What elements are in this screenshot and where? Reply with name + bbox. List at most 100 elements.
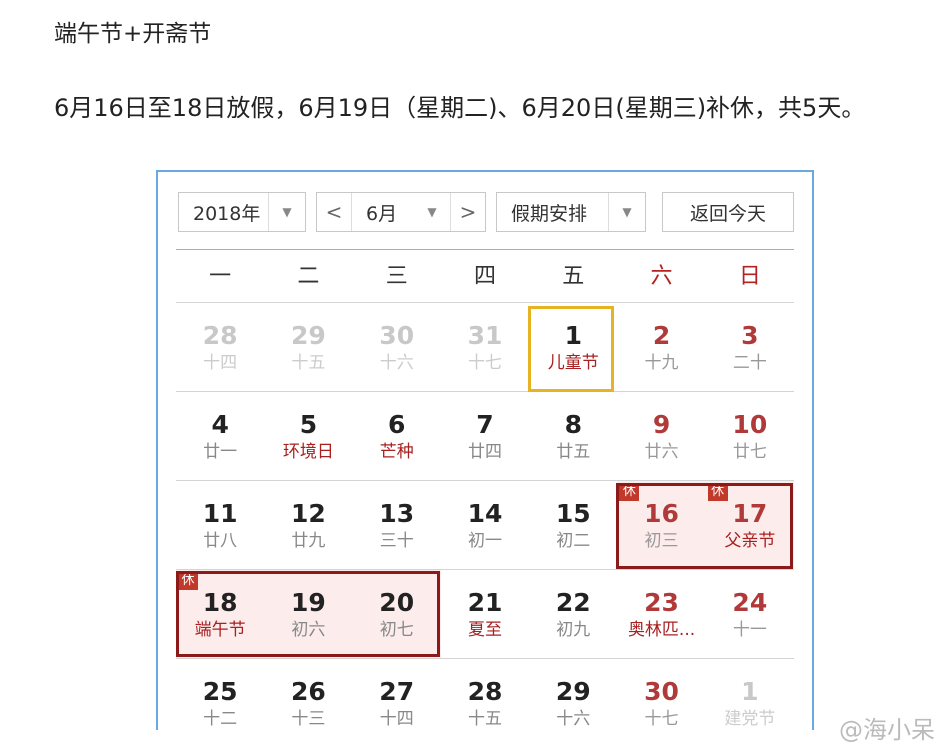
day-number: 13 — [379, 499, 415, 528]
day-cell[interactable]: 10 廿七 — [706, 392, 794, 480]
day-number: 23 — [644, 588, 679, 617]
day-cell[interactable]: 28 十四 — [176, 303, 264, 391]
day-cell[interactable]: 5 环境日 — [264, 392, 352, 480]
today-highlight — [528, 306, 614, 392]
day-cell[interactable]: 2 十九 — [617, 303, 705, 391]
day-number: 14 — [467, 499, 503, 528]
rest-period-highlight — [176, 571, 440, 657]
day-cell[interactable]: 22 初九 — [529, 570, 617, 658]
day-cell[interactable]: 14 初一 — [441, 481, 529, 569]
calendar-widget: 2018年 ▼ < 6月 ▼ > 假期安排 ▼ 返回今天 一 二 三 四 五 六… — [156, 170, 814, 730]
month-select[interactable]: < 6月 ▼ > — [316, 192, 486, 232]
day-cell[interactable]: 13 三十 — [353, 481, 441, 569]
chevron-down-icon: ▼ — [268, 193, 305, 231]
day-number: 30 — [379, 321, 415, 350]
day-cell[interactable]: 29 十六 — [529, 659, 617, 730]
day-subtitle: 廿八 — [203, 531, 238, 551]
weekday-label: 二 — [297, 264, 320, 289]
day-number: 3 — [741, 321, 759, 350]
day-subtitle: 十五 — [291, 353, 326, 373]
day-number: 1 — [741, 677, 759, 706]
week-row: 28 十四 29 十五 30 十六 31 十七 1 儿童节 2 十九 3 二十 — [176, 303, 794, 391]
rest-period-highlight — [616, 483, 793, 569]
day-cell[interactable]: 30 十七 — [617, 659, 705, 730]
day-number: 11 — [202, 499, 238, 528]
day-number: 31 — [467, 321, 503, 350]
day-number: 15 — [555, 499, 591, 528]
day-number: 25 — [202, 677, 238, 706]
day-subtitle: 廿六 — [644, 442, 679, 462]
day-subtitle: 十四 — [379, 709, 414, 729]
day-cell[interactable]: 1 建党节 — [706, 659, 794, 730]
day-number: 29 — [555, 677, 591, 706]
next-month-button[interactable]: > — [450, 193, 485, 231]
day-subtitle: 初九 — [556, 620, 591, 640]
day-subtitle: 初二 — [556, 531, 591, 551]
chevron-down-icon: ▼ — [427, 205, 437, 219]
holiday-notice: 6月16日至18日放假，6月19日（星期二)、6月20日(星期三)补休，共5天。 — [54, 94, 866, 122]
day-cell[interactable]: 26 十三 — [264, 659, 352, 730]
day-subtitle: 十七 — [644, 709, 679, 729]
prev-month-button[interactable]: < — [317, 193, 352, 231]
day-cell[interactable]: 8 廿五 — [529, 392, 617, 480]
day-subtitle: 十三 — [291, 709, 326, 729]
day-subtitle: 夏至 — [467, 620, 502, 640]
day-cell[interactable]: 28 十五 — [441, 659, 529, 730]
weekday-label: 三 — [385, 264, 408, 289]
day-number: 28 — [202, 321, 238, 350]
day-subtitle: 十七 — [467, 353, 502, 373]
watermark: @海小呆 — [839, 716, 935, 744]
day-cell[interactable]: 7 廿四 — [441, 392, 529, 480]
mode-select[interactable]: 假期安排 ▼ — [496, 192, 646, 232]
day-number: 5 — [299, 410, 318, 439]
day-number: 6 — [388, 410, 406, 439]
day-number: 4 — [211, 410, 229, 439]
day-cell[interactable]: 6 芒种 — [353, 392, 441, 480]
chevron-down-icon: ▼ — [608, 193, 645, 231]
weekday-label: 一 — [209, 264, 232, 289]
day-number: 10 — [732, 410, 768, 439]
day-number: 22 — [555, 588, 591, 617]
weekday-label: 六 — [650, 264, 673, 289]
day-subtitle: 奥林匹... — [627, 620, 696, 640]
day-cell[interactable]: 3 二十 — [706, 303, 794, 391]
day-cell[interactable]: 24 十一 — [706, 570, 794, 658]
day-cell[interactable]: 11 廿八 — [176, 481, 264, 569]
year-select[interactable]: 2018年 ▼ — [178, 192, 306, 232]
day-subtitle: 十六 — [379, 353, 414, 373]
day-number: 24 — [732, 588, 768, 617]
day-cell[interactable]: 12 廿九 — [264, 481, 352, 569]
day-cell[interactable]: 9 廿六 — [617, 392, 705, 480]
day-subtitle: 初一 — [467, 531, 502, 551]
day-subtitle: 芒种 — [379, 442, 414, 462]
day-subtitle: 环境日 — [282, 442, 334, 462]
day-number: 27 — [379, 677, 415, 706]
day-number: 30 — [644, 677, 679, 706]
day-cell[interactable]: 27 十四 — [353, 659, 441, 730]
day-subtitle: 十二 — [203, 709, 238, 729]
return-today-label: 返回今天 — [689, 202, 766, 225]
day-cell[interactable]: 4 廿一 — [176, 392, 264, 480]
day-cell[interactable]: 30 十六 — [353, 303, 441, 391]
day-subtitle: 十六 — [556, 709, 591, 729]
day-number: 21 — [467, 588, 503, 617]
day-cell[interactable]: 29 十五 — [264, 303, 352, 391]
day-cell[interactable]: 21 夏至 — [441, 570, 529, 658]
heading: 端午节+开斋节 — [54, 21, 212, 47]
day-cell[interactable]: 25 十二 — [176, 659, 264, 730]
day-subtitle: 廿九 — [291, 531, 326, 551]
day-number: 7 — [476, 410, 494, 439]
day-subtitle: 十四 — [203, 353, 238, 373]
day-cell[interactable]: 15 初二 — [529, 481, 617, 569]
day-cell[interactable]: 31 十七 — [441, 303, 529, 391]
weekday-header: 一 二 三 四 五 六 日 — [176, 252, 794, 302]
day-cell[interactable]: 23 奥林匹... — [617, 570, 705, 658]
day-subtitle: 廿四 — [467, 442, 502, 462]
return-today-button[interactable]: 返回今天 — [662, 192, 794, 232]
day-number: 28 — [467, 677, 503, 706]
week-row: 4 廿一 5 环境日 6 芒种 7 廿四 8 廿五 9 廿六 10 廿七 — [176, 392, 794, 480]
weekday-label: 五 — [562, 264, 585, 289]
day-subtitle: 建党节 — [724, 709, 776, 729]
day-number: 2 — [652, 321, 671, 350]
day-number: 26 — [291, 677, 326, 706]
